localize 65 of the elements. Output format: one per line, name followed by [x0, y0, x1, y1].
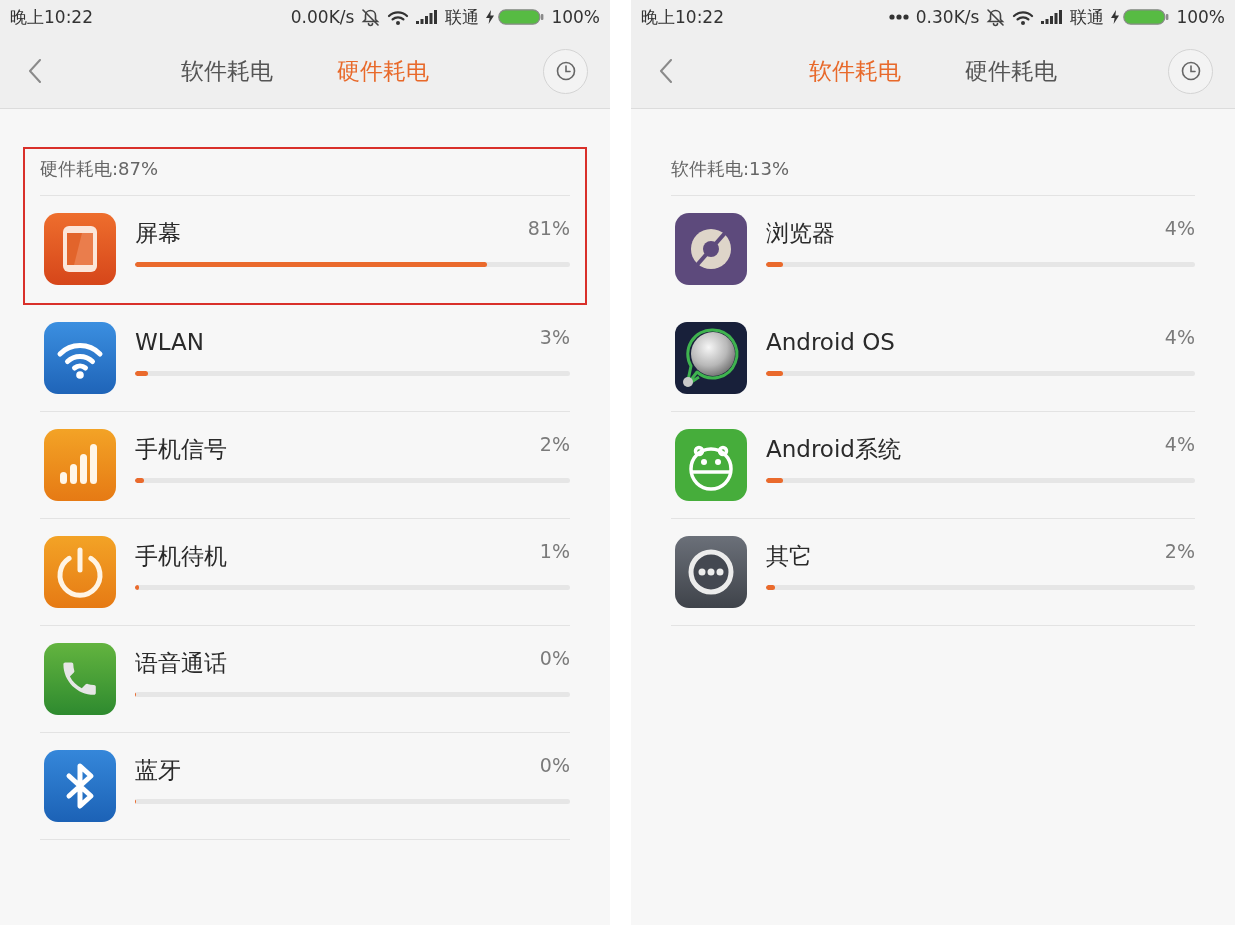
usage-percent: 4%	[1164, 432, 1195, 456]
bluetooth-icon	[44, 750, 116, 822]
wifi-icon	[44, 322, 116, 394]
carrier-name: 联通	[1070, 5, 1105, 29]
usage-percent: 4%	[1164, 216, 1195, 240]
item-name: Android OS	[766, 328, 895, 356]
carrier-name: 联通	[445, 5, 480, 29]
item-name: 语音通话	[135, 649, 227, 677]
usage-row[interactable]: 屏幕 81%	[40, 196, 570, 303]
wifi-icon	[1012, 8, 1035, 26]
usage-row[interactable]: 浏览器 4%	[671, 196, 1195, 303]
signal-icon	[416, 10, 439, 24]
clock-icon	[1180, 61, 1201, 81]
usage-row[interactable]: WLAN 3%	[40, 305, 570, 412]
usage-row[interactable]: 其它 2%	[671, 519, 1195, 626]
usage-percent: 0%	[539, 646, 570, 670]
chevron-left-icon	[28, 59, 42, 83]
usage-row[interactable]: 蓝牙 0%	[40, 733, 570, 840]
battery-percent: 100%	[551, 7, 600, 27]
summary-label: 软件耗电:13%	[671, 158, 790, 179]
phone-handset-icon	[44, 643, 116, 715]
item-name: Android系统	[766, 435, 901, 463]
chevron-left-icon	[659, 59, 673, 83]
power-icon	[44, 536, 116, 608]
usage-percent: 2%	[539, 432, 570, 456]
history-button[interactable]	[1168, 48, 1213, 94]
tab[interactable]: 软件耗电	[171, 49, 283, 93]
usage-row[interactable]: 手机信号 2%	[40, 412, 570, 519]
usage-percent: 3%	[539, 325, 570, 349]
wifi-icon	[387, 8, 410, 26]
usage-percent: 0%	[539, 753, 570, 777]
summary-label: 硬件耗电:87%	[40, 158, 159, 179]
network-speed: 0.00K/s	[290, 7, 355, 27]
battery-icon	[498, 9, 545, 25]
more-dots-icon	[675, 536, 747, 608]
signal-bars-icon	[44, 429, 116, 501]
item-name: 手机信号	[135, 435, 227, 463]
usage-row[interactable]: Android OS 4%	[671, 305, 1195, 412]
status-time: 晚上10:22	[10, 5, 93, 29]
item-name: 蓝牙	[135, 756, 181, 784]
phone-screen-icon	[44, 213, 116, 285]
battery-icon	[1123, 9, 1170, 25]
clock-icon	[555, 61, 576, 81]
usage-row[interactable]: Android系统 4%	[671, 412, 1195, 519]
network-speed: 0.30K/s	[915, 7, 980, 27]
item-name: 浏览器	[766, 219, 835, 247]
usage-row[interactable]: 语音通话 0%	[40, 626, 570, 733]
usage-percent: 2%	[1164, 539, 1195, 563]
signal-icon	[1041, 10, 1064, 24]
item-name: 屏幕	[135, 219, 181, 247]
battery-percent: 100%	[1176, 7, 1225, 27]
bell-slash-icon	[361, 7, 381, 27]
history-button[interactable]	[543, 48, 588, 94]
item-name: 手机待机	[135, 542, 227, 570]
usage-percent: 4%	[1164, 325, 1195, 349]
usage-percent: 81%	[527, 216, 570, 240]
tab[interactable]: 硬件耗电	[955, 49, 1067, 93]
robot-icon	[675, 429, 747, 501]
usage-row[interactable]: 手机待机 1%	[40, 519, 570, 626]
item-name: WLAN	[135, 328, 205, 356]
item-name: 其它	[766, 542, 812, 570]
bell-slash-icon	[986, 7, 1006, 27]
usage-percent: 1%	[539, 539, 570, 563]
swirl-icon	[675, 213, 747, 285]
status-time: 晚上10:22	[641, 5, 724, 29]
